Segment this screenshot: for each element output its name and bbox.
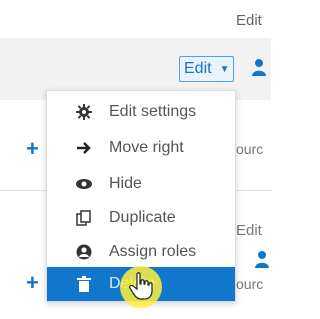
eye-icon — [75, 175, 93, 193]
edit-link-bottom[interactable]: Edit — [236, 222, 262, 239]
menu-item-duplicate[interactable]: Duplicate — [47, 201, 235, 235]
add-icon[interactable]: + — [26, 270, 39, 296]
edit-dropdown-label: Edit — [184, 60, 212, 77]
caret-down-icon: ▼ — [219, 63, 230, 75]
menu-item-edit-settings[interactable]: Edit settings — [47, 95, 235, 129]
add-icon[interactable]: + — [26, 136, 39, 162]
duplicate-icon — [75, 209, 93, 227]
person-icon[interactable] — [252, 58, 266, 76]
menu-item-label: Duplicate — [109, 209, 176, 226]
menu-item-hide[interactable]: Hide — [47, 167, 235, 201]
hand-pointer-icon — [129, 272, 153, 300]
user-circle-icon — [75, 243, 93, 261]
trash-icon — [75, 275, 93, 293]
menu-item-assign-roles[interactable]: Assign roles — [47, 235, 235, 269]
menu-item-label: Edit settings — [109, 103, 197, 120]
arrow-right-icon — [75, 139, 93, 157]
row-partial-text: ourc — [236, 141, 264, 157]
gear-icon — [75, 103, 93, 121]
edit-dropdown-button[interactable]: Edit ▼ — [179, 56, 235, 82]
section-row-top — [0, 0, 271, 39]
person-icon[interactable] — [255, 250, 269, 268]
menu-item-label: Assign roles — [109, 243, 197, 260]
row-partial-text: ourc — [236, 276, 264, 292]
edit-link-top[interactable]: Edit — [236, 12, 262, 29]
menu-item-move-right[interactable]: Move right — [47, 131, 235, 165]
menu-item-label: Move right — [109, 139, 184, 156]
menu-item-label: Hide — [109, 175, 142, 192]
